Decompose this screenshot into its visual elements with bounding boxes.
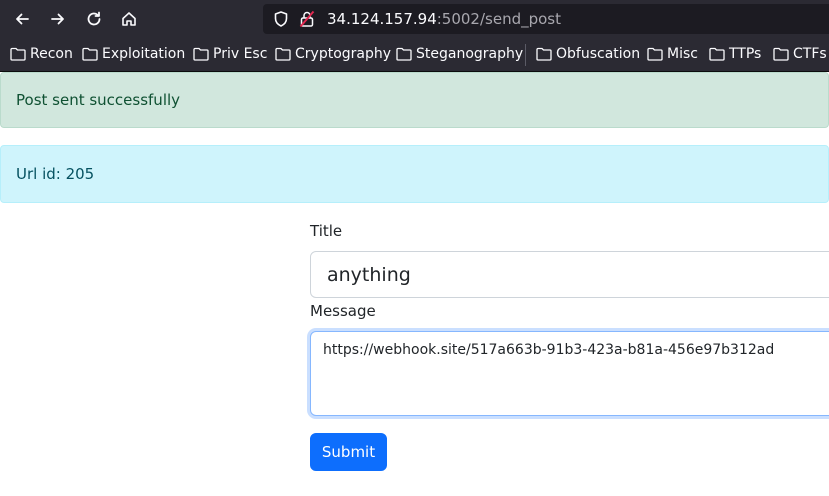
success-alert: Post sent successfully (0, 72, 829, 128)
arrow-right-icon (51, 13, 64, 25)
bookmark-label: TTPs (729, 46, 762, 62)
url-text[interactable]: 34.124.157.94:5002/send_post (327, 10, 561, 28)
bookmark-priv-esc[interactable]: Priv Esc (193, 45, 267, 63)
bookmark-label: Steganography (416, 46, 524, 62)
reload-button[interactable] (81, 6, 107, 32)
folder-icon (773, 47, 789, 61)
folder-icon (82, 47, 98, 61)
home-button[interactable] (116, 6, 142, 32)
message-label: Message (310, 302, 376, 320)
folder-icon (536, 47, 552, 61)
bookmark-label: Obfuscation (556, 46, 641, 62)
folder-icon (396, 47, 412, 61)
url-bar[interactable]: 34.124.157.94:5002/send_post (263, 4, 829, 34)
forward-button[interactable] (45, 6, 71, 32)
bookmark-label: Cryptography (295, 46, 392, 62)
title-input[interactable] (310, 251, 829, 298)
arrow-left-icon (16, 13, 29, 25)
folder-icon (647, 47, 663, 61)
bookmark-label: Recon (30, 46, 73, 62)
reload-icon (87, 11, 101, 26)
bookmark-separator (525, 44, 526, 66)
message-textarea[interactable]: https://webhook.site/517a663b-91b3-423a-… (310, 331, 829, 416)
bookmark-ctfs[interactable]: CTFs (773, 45, 827, 63)
info-alert-text: Url id: 205 (16, 165, 95, 183)
tracking-shield-icon[interactable] (272, 10, 290, 28)
insecure-lock-icon[interactable] (299, 10, 315, 28)
bookmark-steganography[interactable]: Steganography (396, 45, 523, 63)
back-button[interactable] (9, 6, 35, 32)
bookmark-label: CTFs (793, 46, 827, 62)
home-icon (122, 12, 136, 26)
bookmark-recon[interactable]: Recon (10, 45, 73, 63)
title-label: Title (310, 222, 343, 240)
folder-icon (275, 47, 291, 61)
bookmark-obfuscation[interactable]: Obfuscation (536, 45, 640, 63)
success-alert-text: Post sent successfully (16, 91, 181, 109)
folder-icon (10, 47, 26, 61)
folder-icon (709, 47, 725, 61)
bookmark-misc[interactable]: Misc (647, 45, 698, 63)
info-alert: Url id: 205 (0, 145, 829, 203)
url-host: 34.124.157.94 (327, 10, 437, 28)
bookmark-label: Misc (667, 46, 698, 62)
bookmark-label: Priv Esc (213, 46, 268, 62)
bookmark-label: Exploitation (102, 46, 186, 62)
submit-button[interactable]: Submit (310, 433, 387, 471)
bookmark-exploitation[interactable]: Exploitation (82, 45, 185, 63)
bookmarks-toolbar: Recon Exploitation Priv Esc Cryptography… (0, 38, 829, 72)
bookmark-ttps[interactable]: TTPs (709, 45, 761, 63)
folder-icon (193, 47, 209, 61)
bookmark-cryptography[interactable]: Cryptography (275, 45, 391, 63)
browser-toolbar: 34.124.157.94:5002/send_post (0, 0, 829, 38)
url-path: :5002/send_post (436, 10, 561, 28)
